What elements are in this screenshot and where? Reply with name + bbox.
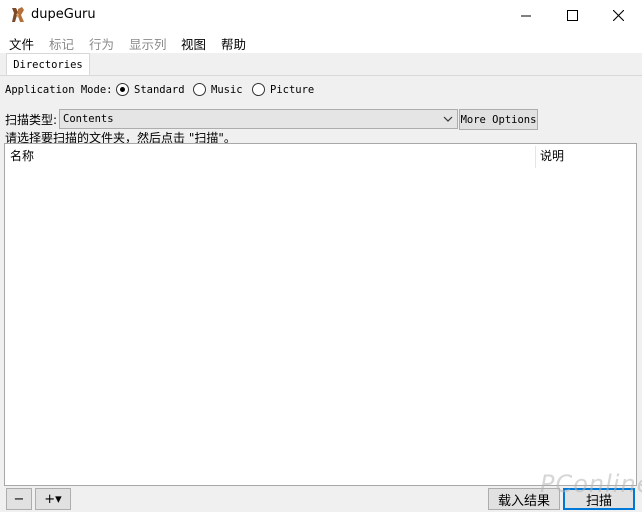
column-divider <box>535 146 536 168</box>
menu-help[interactable]: 帮助 <box>221 34 246 53</box>
scan-type-label: 扫描类型: <box>5 113 58 127</box>
column-header-name[interactable]: 名称 <box>10 147 34 164</box>
maximize-icon <box>566 10 578 21</box>
directory-list[interactable]: 名称 说明 <box>4 143 637 486</box>
remove-folder-button[interactable]: − <box>6 488 32 510</box>
tab-directories[interactable]: Directories <box>6 53 90 75</box>
minimize-icon <box>520 15 531 17</box>
menu-bar: 文件 标记 行为 显示列 视图 帮助 <box>0 31 642 53</box>
radio-music-label[interactable]: Music <box>211 84 243 96</box>
title-bar: dupeGuru <box>0 0 642 31</box>
radio-picture[interactable] <box>252 83 265 96</box>
app-icon <box>12 7 24 22</box>
column-header-state[interactable]: 说明 <box>540 147 564 164</box>
watermark: PConline <box>540 470 642 498</box>
radio-picture-label[interactable]: Picture <box>270 84 314 96</box>
close-icon <box>612 10 624 21</box>
chevron-down-icon <box>443 116 453 122</box>
tab-strip: Directories <box>0 53 642 76</box>
window-title: dupeGuru <box>31 7 96 22</box>
radio-music[interactable] <box>193 83 206 96</box>
add-folder-button[interactable]: +▾ <box>35 488 71 510</box>
menu-file[interactable]: 文件 <box>9 34 34 53</box>
radio-standard-label[interactable]: Standard <box>134 84 185 96</box>
menu-actions[interactable]: 行为 <box>89 34 114 53</box>
app-mode-label: Application Mode: <box>5 84 113 96</box>
menu-columns[interactable]: 显示列 <box>129 34 167 53</box>
more-options-button[interactable]: More Options <box>459 109 538 130</box>
menu-mark[interactable]: 标记 <box>49 34 74 53</box>
scan-type-select[interactable]: Contents <box>59 109 458 129</box>
scan-type-value: Contents <box>63 113 114 125</box>
menu-view[interactable]: 视图 <box>181 34 206 53</box>
maximize-button[interactable] <box>549 0 595 31</box>
minimize-button[interactable] <box>503 0 549 31</box>
close-button[interactable] <box>595 0 641 31</box>
radio-standard[interactable] <box>116 83 129 96</box>
